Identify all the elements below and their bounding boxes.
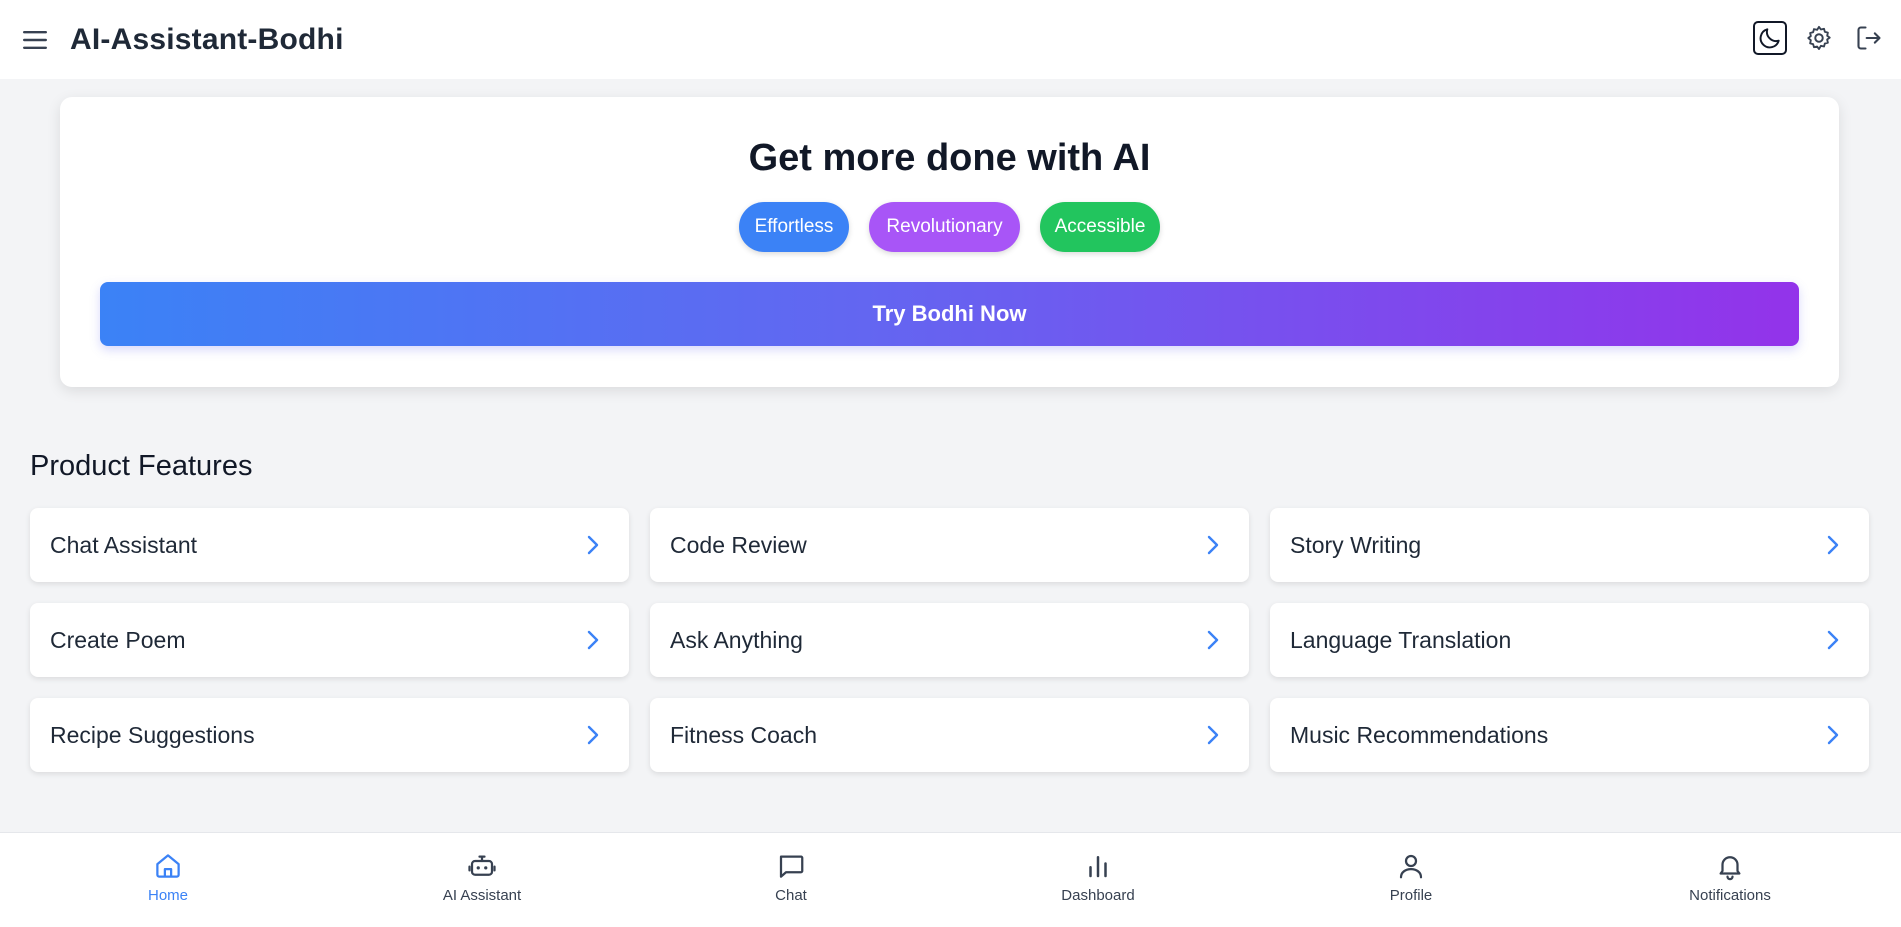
chevron-right-icon (581, 628, 605, 652)
feature-card-code-review[interactable]: Code Review (650, 508, 1249, 582)
bell-icon (1719, 856, 1741, 881)
feature-card-ask-anything[interactable]: Ask Anything (650, 603, 1249, 677)
chevron-right-icon (1821, 628, 1845, 652)
nav-label: Profile (1389, 887, 1433, 904)
nav-label: Notifications (1689, 887, 1771, 904)
robot-icon (468, 855, 496, 876)
moon-icon (1759, 28, 1780, 49)
nav-dashboard[interactable]: Dashboard (1018, 851, 1178, 904)
hero-pills: Effortless Revolutionary Accessible (60, 202, 1839, 252)
home-icon (156, 854, 180, 878)
nav-home[interactable]: Home (88, 851, 248, 904)
feature-label: Fitness Coach (670, 721, 818, 748)
try-bodhi-button[interactable]: Try Bodhi Now (100, 282, 1799, 346)
chevron-right-icon (1201, 533, 1225, 557)
features-grid: Chat Assistant Code Review Story Writing… (30, 508, 1869, 772)
feature-card-chat-assistant[interactable]: Chat Assistant (30, 508, 629, 582)
theme-toggle-button[interactable] (1753, 21, 1787, 55)
chevron-right-icon (1821, 533, 1845, 557)
header-actions (1753, 20, 1887, 56)
chevron-right-icon (581, 533, 605, 557)
section-title: Product Features (30, 450, 253, 482)
chevron-right-icon (1201, 628, 1225, 652)
chevron-right-icon (581, 723, 605, 747)
feature-card-create-poem[interactable]: Create Poem (30, 603, 629, 677)
nav-label: Dashboard (1061, 887, 1135, 904)
hero-card: Get more done with AI Effortless Revolut… (60, 97, 1839, 387)
settings-button[interactable] (1801, 20, 1837, 56)
nav-notifications[interactable]: Notifications (1650, 851, 1810, 904)
bottom-nav: Home AI Assistant Chat Dashboard Profile (0, 832, 1901, 927)
feature-label: Language Translation (1290, 626, 1512, 653)
nav-label: AI Assistant (442, 887, 522, 904)
logout-icon (1857, 26, 1881, 50)
feature-label: Code Review (670, 531, 807, 558)
gear-icon (1807, 25, 1831, 51)
logout-button[interactable] (1851, 20, 1887, 56)
chat-icon (779, 855, 804, 878)
nav-label: Chat (775, 887, 807, 904)
feature-card-story-writing[interactable]: Story Writing (1270, 508, 1869, 582)
feature-label: Story Writing (1290, 531, 1422, 558)
feature-card-language-translation[interactable]: Language Translation (1270, 603, 1869, 677)
pill-revolutionary: Revolutionary (869, 202, 1020, 252)
chevron-right-icon (1201, 723, 1225, 747)
feature-card-recipe-suggestions[interactable]: Recipe Suggestions (30, 698, 629, 772)
feature-label: Recipe Suggestions (50, 721, 255, 748)
feature-label: Ask Anything (670, 626, 803, 653)
menu-icon[interactable] (20, 25, 50, 55)
chevron-right-icon (1821, 723, 1845, 747)
user-icon (1399, 854, 1423, 879)
pill-effortless: Effortless (739, 202, 849, 252)
hero-title: Get more done with AI (748, 137, 1151, 179)
feature-card-fitness-coach[interactable]: Fitness Coach (650, 698, 1249, 772)
feature-label: Chat Assistant (50, 531, 198, 558)
nav-ai-assistant[interactable]: AI Assistant (402, 851, 562, 904)
feature-label: Create Poem (50, 626, 186, 653)
nav-chat[interactable]: Chat (711, 851, 871, 904)
pill-accessible: Accessible (1040, 202, 1160, 252)
app-title: AI-Assistant-Bodhi (70, 22, 344, 56)
top-header: AI-Assistant-Bodhi (0, 0, 1901, 79)
nav-label: Home (147, 887, 188, 904)
feature-card-music-recommendations[interactable]: Music Recommendations (1270, 698, 1869, 772)
nav-profile[interactable]: Profile (1331, 851, 1491, 904)
bar-chart-icon (1089, 856, 1107, 878)
feature-label: Music Recommendations (1290, 721, 1549, 748)
